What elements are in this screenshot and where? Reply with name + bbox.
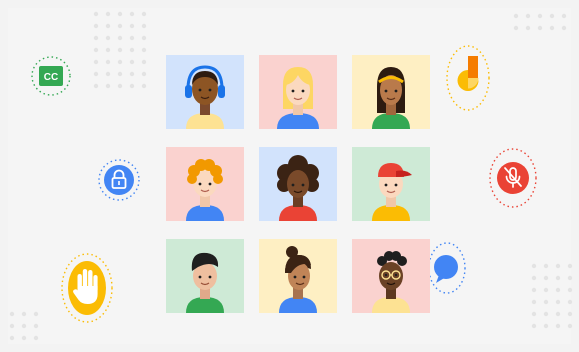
dot-grid-bottom-right	[531, 263, 573, 329]
closed-captions-icon: CC	[44, 72, 58, 83]
participant-tile-3	[352, 55, 430, 129]
person-bun-avatar	[259, 239, 337, 313]
chat-badge	[426, 240, 468, 296]
participant-tile-2	[259, 55, 337, 129]
raise-hand-badge	[58, 250, 116, 326]
participant-tile-8	[259, 239, 337, 313]
person-glasses-avatar	[352, 239, 430, 313]
person-curly-ginger-avatar	[166, 147, 244, 221]
jamboard-logo-icon	[457, 56, 479, 91]
person-red-cap-avatar	[352, 147, 430, 221]
participant-tile-1	[166, 55, 244, 129]
person-afro-avatar	[259, 147, 337, 221]
person-headband-avatar	[352, 55, 430, 129]
dot-grid-top-right	[513, 13, 567, 31]
participant-tile-7	[166, 239, 244, 313]
illustration-canvas: CC	[0, 0, 579, 352]
person-black-hair-avatar	[166, 239, 244, 313]
participant-tile-4	[166, 147, 244, 221]
person-blonde-avatar	[259, 55, 337, 129]
mic-off-badge	[487, 145, 539, 211]
dot-grid-bottom-left	[9, 311, 39, 341]
participant-tile-5	[259, 147, 337, 221]
jamboard-badge	[444, 42, 492, 114]
person-headphones-avatar	[166, 55, 244, 129]
lock-badge	[97, 155, 141, 205]
dot-grid-top-left	[93, 11, 147, 89]
participant-tile-6	[352, 147, 430, 221]
participant-tile-9	[352, 239, 430, 313]
closed-captions-badge: CC	[30, 46, 72, 106]
chat-bubble-icon	[434, 255, 458, 283]
